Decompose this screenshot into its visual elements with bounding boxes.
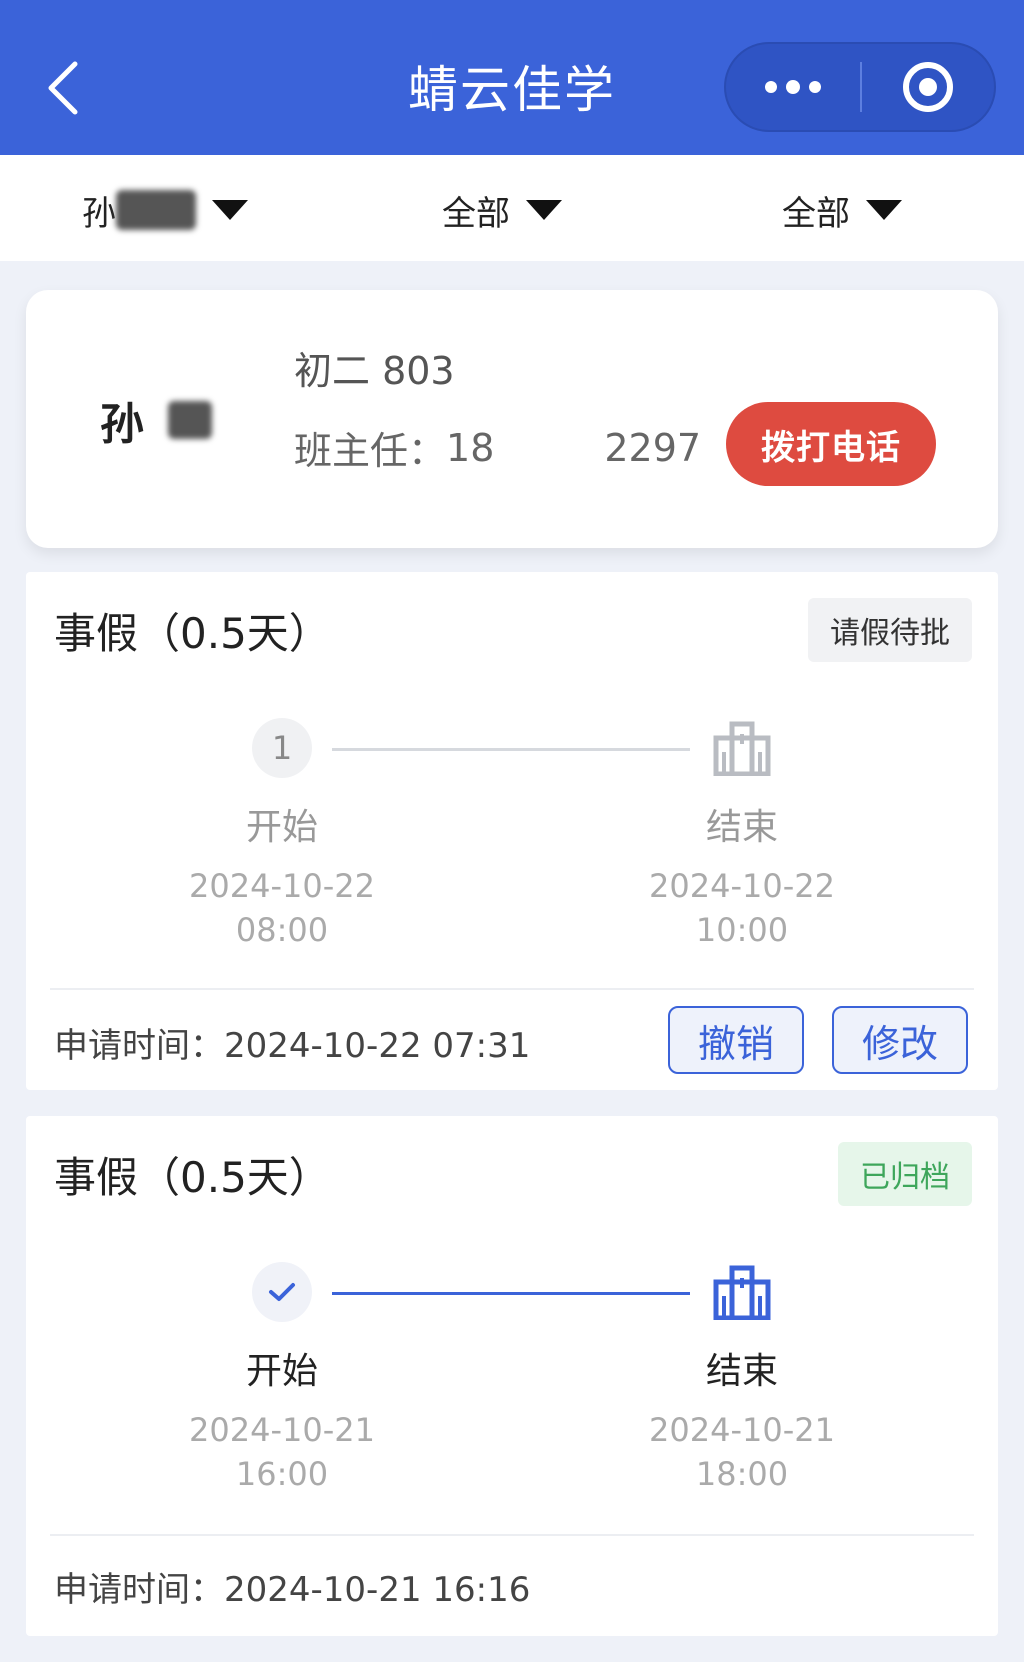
step-date-day: 2024-10-21 <box>649 1411 835 1449</box>
leave-title: 事假（0.5天） <box>54 1153 331 1202</box>
close-mini-program-button[interactable] <box>862 44 994 130</box>
apply-time: 申请时间：2024-10-22 07:31 <box>54 1026 531 1066</box>
building-icon <box>712 1262 772 1322</box>
leave-title: 事假（0.5天） <box>54 609 331 658</box>
teacher-label: 班主任： <box>294 429 447 473</box>
phone-suffix: 2297 <box>604 425 702 470</box>
step-number: 1 <box>252 718 312 778</box>
step-date-time: 18:00 <box>695 1455 789 1493</box>
timeline-end: 结束 2024-10-22 10:00 <box>612 718 872 952</box>
student-filter-label: 孙 <box>82 193 116 234</box>
status-filter-label: 全部 <box>782 193 850 234</box>
type-filter[interactable]: 全部 <box>442 185 562 235</box>
building-icon <box>712 718 772 778</box>
step-date: 2024-10-22 10:00 <box>612 864 872 952</box>
step-date-time: 16:00 <box>235 1455 329 1493</box>
step-date-day: 2024-10-21 <box>189 1411 375 1449</box>
status-badge: 请假待批 <box>808 598 972 662</box>
more-dots-icon <box>765 80 821 94</box>
class-name: 初二 803 <box>294 349 455 393</box>
chevron-left-icon <box>48 61 78 115</box>
mini-program-capsule <box>724 42 996 132</box>
step-label: 结束 <box>705 1351 778 1392</box>
check-icon <box>252 1262 312 1322</box>
student-filter[interactable]: 孙 <box>82 185 248 235</box>
more-button[interactable] <box>726 44 860 130</box>
divider <box>50 1534 974 1536</box>
nav-header: 蜻云佳学 <box>0 0 1024 155</box>
status-filter[interactable]: 全部 <box>782 185 902 235</box>
step-date-day: 2024-10-22 <box>189 867 375 905</box>
apply-time: 申请时间：2024-10-21 16:16 <box>54 1570 531 1610</box>
step-date: 2024-10-21 16:00 <box>152 1408 412 1496</box>
caret-down-icon <box>212 200 248 220</box>
student-info-card: 孙 初二 803 班主任： 18 2297 拨打电话 <box>26 290 998 548</box>
leave-card[interactable]: 事假（0.5天） 已归档 开始 2024-10-21 16:00 结束 2024 <box>26 1116 998 1636</box>
caret-down-icon <box>526 200 562 220</box>
cancel-button[interactable]: 撤销 <box>668 1006 804 1074</box>
step-date: 2024-10-21 18:00 <box>612 1408 872 1496</box>
teacher-phone: 班主任： 18 2297 <box>294 420 701 475</box>
call-button[interactable]: 拨打电话 <box>726 402 936 486</box>
redacted-name <box>168 401 212 439</box>
caret-down-icon <box>866 200 902 220</box>
step-label: 开始 <box>245 1351 318 1392</box>
timeline-end: 结束 2024-10-21 18:00 <box>612 1262 872 1496</box>
leave-card[interactable]: 事假（0.5天） 请假待批 1 开始 2024-10-22 08:00 结束 2… <box>26 572 998 1090</box>
divider <box>50 988 974 990</box>
step-date: 2024-10-22 08:00 <box>152 864 412 952</box>
step-label: 结束 <box>705 807 778 848</box>
timeline-start: 1 开始 2024-10-22 08:00 <box>152 718 412 952</box>
filter-bar: 孙 全部 全部 <box>0 155 1024 261</box>
phone-prefix: 18 <box>446 425 495 470</box>
step-label: 开始 <box>245 807 318 848</box>
type-filter-label: 全部 <box>442 193 510 234</box>
step-date-day: 2024-10-22 <box>649 867 835 905</box>
target-icon <box>903 62 953 112</box>
redacted-name <box>116 190 196 230</box>
modify-button[interactable]: 修改 <box>832 1006 968 1074</box>
student-name: 孙 <box>100 388 212 452</box>
back-button[interactable] <box>40 58 84 118</box>
step-date-time: 08:00 <box>235 911 329 949</box>
step-date-time: 10:00 <box>695 911 789 949</box>
timeline-start: 开始 2024-10-21 16:00 <box>152 1262 412 1496</box>
status-badge: 已归档 <box>838 1142 972 1206</box>
student-name-text: 孙 <box>100 399 144 450</box>
